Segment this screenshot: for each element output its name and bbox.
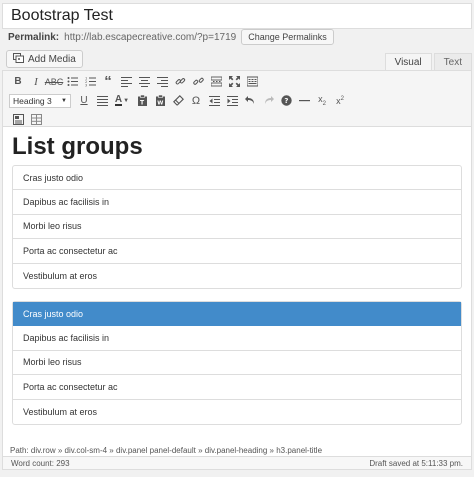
- content-heading: List groups: [12, 133, 143, 160]
- underline-icon[interactable]: U: [75, 92, 93, 109]
- bold-icon[interactable]: B: [9, 73, 27, 90]
- word-count: Word count: 293: [11, 458, 70, 468]
- permalink-row: Permalink: http://lab.escapecreative.com…: [8, 29, 334, 45]
- italic-icon[interactable]: I: [27, 73, 45, 90]
- indent-icon[interactable]: [223, 92, 241, 109]
- text-color-icon[interactable]: A ▼: [111, 92, 133, 109]
- post-title-input[interactable]: Bootstrap Test: [2, 3, 472, 29]
- numbered-list-icon[interactable]: 123: [81, 73, 99, 90]
- outdent-icon[interactable]: [205, 92, 223, 109]
- list-group: Cras justo odio Dapibus ac facilisis in …: [12, 165, 462, 289]
- paste-word-icon[interactable]: W: [151, 92, 169, 109]
- table-icon[interactable]: [27, 111, 45, 128]
- editor-toolbar: B I ABC 123 “ Heading 3 ▼ U A ▼ T W Ω ? …: [3, 71, 471, 127]
- add-media-button[interactable]: Add Media: [6, 50, 83, 68]
- paste-text-icon[interactable]: T: [133, 92, 151, 109]
- horizontal-rule-icon[interactable]: [295, 92, 313, 109]
- list-item: Vestibulum at eros: [23, 406, 98, 417]
- align-right-icon[interactable]: [153, 73, 171, 90]
- help-icon[interactable]: ?: [277, 92, 295, 109]
- editor-content[interactable]: List groups Cras justo odio Dapibus ac f…: [3, 128, 471, 467]
- toolbar-toggle-icon[interactable]: [243, 73, 261, 90]
- svg-text:3: 3: [85, 84, 87, 88]
- list-item: Morbi leo risus: [13, 215, 461, 240]
- list-group-active: Cras justo odio Dapibus ac facilisis in …: [12, 300, 462, 425]
- strikethrough-icon[interactable]: ABC: [45, 73, 64, 90]
- list-item-active: Cras justo odio: [13, 301, 461, 327]
- editor-tabs: Visual Text: [384, 53, 472, 71]
- tab-visual[interactable]: Visual: [384, 53, 432, 71]
- align-center-icon[interactable]: [135, 73, 153, 90]
- blockquote-icon[interactable]: “: [99, 73, 117, 90]
- tab-text[interactable]: Text: [433, 53, 472, 71]
- list-item: Dapibus ac facilisis in: [13, 326, 461, 351]
- draft-saved-status: Draft saved at 5:11:33 pm.: [369, 458, 463, 468]
- special-character-icon[interactable]: Ω: [187, 92, 205, 109]
- chevron-down-icon: ▼: [61, 97, 67, 104]
- media-icon: [13, 52, 24, 66]
- svg-text:W: W: [157, 101, 163, 107]
- link-icon[interactable]: [171, 73, 189, 90]
- bullet-list-icon[interactable]: [63, 73, 81, 90]
- format-select-value: Heading 3: [13, 95, 52, 106]
- list-item: Vestibulum at eros: [23, 270, 98, 281]
- permalink-label: Permalink:: [8, 31, 60, 43]
- justify-icon[interactable]: [93, 92, 111, 109]
- svg-text:?: ?: [284, 97, 288, 105]
- list-item: Dapibus ac facilisis in: [13, 190, 461, 215]
- fullscreen-icon[interactable]: [225, 73, 243, 90]
- add-media-label: Add Media: [28, 53, 76, 65]
- clear-formatting-icon[interactable]: [169, 92, 187, 109]
- list-item: Morbi leo risus: [13, 351, 461, 376]
- list-item: Cras justo odio: [13, 166, 461, 191]
- list-item: Porta ac consectetur ac: [13, 239, 461, 264]
- align-left-icon[interactable]: [117, 73, 135, 90]
- insert-more-icon[interactable]: [207, 73, 225, 90]
- change-permalinks-button[interactable]: Change Permalinks: [241, 29, 334, 45]
- list-item: Porta ac consectetur ac: [13, 375, 461, 400]
- subscript-icon[interactable]: x2: [313, 92, 331, 109]
- status-bar: Word count: 293 Draft saved at 5:11:33 p…: [2, 456, 472, 470]
- format-select[interactable]: Heading 3 ▼: [9, 93, 71, 108]
- editor-area: B I ABC 123 “ Heading 3 ▼ U A ▼ T W Ω ? …: [2, 70, 472, 468]
- undo-icon[interactable]: [241, 92, 259, 109]
- element-path: Path: div.row » div.col-sm-4 » div.panel…: [2, 444, 472, 456]
- superscript-icon[interactable]: x2: [331, 92, 349, 109]
- redo-icon[interactable]: [259, 92, 277, 109]
- permalink-url[interactable]: http://lab.escapecreative.com/?p=1719: [64, 32, 236, 43]
- shortcode-icon[interactable]: [9, 111, 27, 128]
- unlink-icon[interactable]: [189, 73, 207, 90]
